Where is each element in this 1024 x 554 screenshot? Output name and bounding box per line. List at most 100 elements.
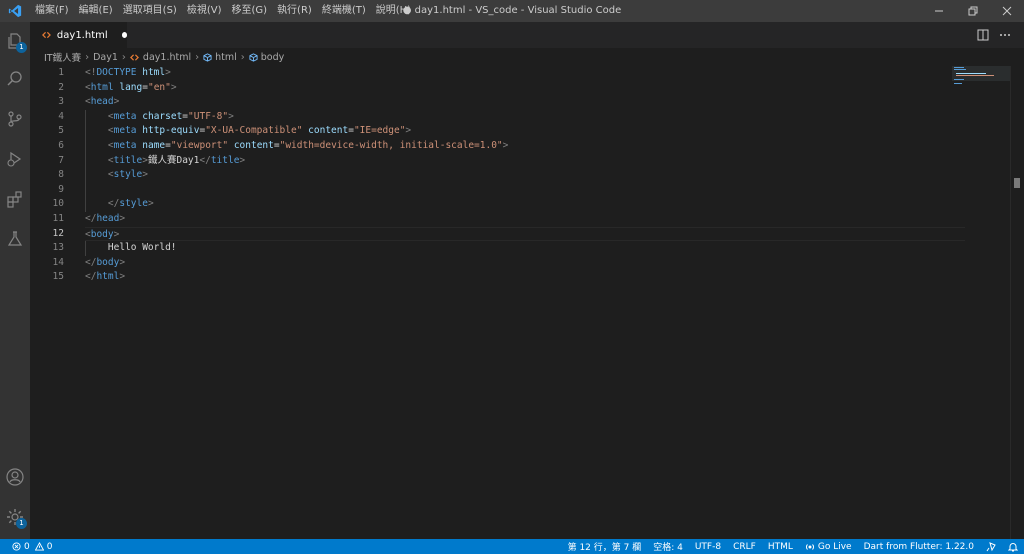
extensions-button[interactable] xyxy=(0,184,30,214)
code-line[interactable]: </style> xyxy=(85,197,965,212)
tab-bar: day1.html xyxy=(30,22,1024,48)
code-token: meta xyxy=(113,139,137,151)
code-line[interactable]: <meta http-equiv="X-UA-Compatible" conte… xyxy=(85,124,965,139)
vscode-logo-icon xyxy=(0,0,30,22)
ellipsis-icon xyxy=(1000,34,1010,36)
go-live-button[interactable]: Go Live xyxy=(799,542,858,552)
feedback-button[interactable] xyxy=(980,541,1002,552)
breadcrumb-body[interactable]: body xyxy=(249,52,284,63)
code-token: 鐵人賽Day1 xyxy=(147,154,200,166)
settings-button[interactable]: 1 xyxy=(0,502,30,532)
code-token: </ xyxy=(85,256,97,268)
code-line[interactable] xyxy=(85,183,965,198)
code-line[interactable]: <meta name="viewport" content="width=dev… xyxy=(85,139,965,154)
code-token: title xyxy=(113,154,143,166)
code-token: > xyxy=(113,96,120,108)
line-number: 1 xyxy=(58,67,64,78)
code-line[interactable]: </head> xyxy=(85,212,965,227)
vertical-scrollbar[interactable] xyxy=(1010,66,1024,539)
end-of-line[interactable]: CRLF xyxy=(727,542,762,552)
status-bar: 0 0 第 12 行，第 7 欄 空格: 4 UTF-8 CRLF HTML G… xyxy=(0,539,1024,554)
line-number-gutter: 1 2 3 4 5 6 7 8 9 10 11 12 13 14 15 xyxy=(30,66,70,285)
code-token: "width=device-width, initial-scale=1.0" xyxy=(279,139,503,151)
code-line[interactable]: <style> xyxy=(85,168,965,183)
breadcrumb-file[interactable]: day1.html xyxy=(129,51,192,63)
line-number: 13 xyxy=(52,242,64,254)
notifications-button[interactable] xyxy=(1002,542,1024,552)
code-token: > xyxy=(119,271,126,283)
explorer-button[interactable]: 1 xyxy=(0,26,30,56)
indent-guide xyxy=(85,109,86,212)
code-editor[interactable]: 1 2 3 4 5 6 7 8 9 10 11 12 13 14 15 <!DOCTYPE html> <ht… xyxy=(30,66,1024,539)
breadcrumb-folder[interactable]: IT鐵人賽 xyxy=(44,50,81,64)
code-line[interactable]: <meta charset="UTF-8"> xyxy=(85,110,965,125)
menu-view[interactable]: 檢視(V) xyxy=(182,0,227,22)
source-control-button[interactable] xyxy=(0,104,30,134)
breadcrumb-subfolder[interactable]: Day1 xyxy=(93,52,118,63)
code-token: </ xyxy=(107,198,120,210)
source-control-icon xyxy=(8,111,22,127)
code-line[interactable]: <body> xyxy=(85,226,965,242)
cursor-position[interactable]: 第 12 行，第 7 欄 xyxy=(562,540,648,553)
minimap-preview xyxy=(952,66,1010,84)
code-line[interactable]: </body> xyxy=(85,256,965,271)
html-file-icon xyxy=(129,53,139,61)
line-number: 4 xyxy=(58,110,64,122)
code-token: "en" xyxy=(147,81,171,93)
scrollbar-cursor-marker xyxy=(1014,178,1020,188)
unsaved-dot-icon[interactable] xyxy=(121,32,127,38)
run-debug-button[interactable] xyxy=(0,144,30,174)
code-token: DOCTYPE xyxy=(96,67,137,78)
code-token: name xyxy=(142,139,166,151)
chevron-right-icon: › xyxy=(195,51,200,63)
minimap[interactable] xyxy=(952,66,1010,539)
go-live-label: Go Live xyxy=(817,541,852,552)
menu-run[interactable]: 執行(R) xyxy=(272,0,317,22)
code-token: style xyxy=(119,198,148,210)
problems-indicator[interactable]: 0 0 xyxy=(6,542,58,552)
restore-button[interactable] xyxy=(956,0,990,22)
encoding[interactable]: UTF-8 xyxy=(689,542,727,552)
chevron-right-icon: › xyxy=(85,51,90,63)
indentation[interactable]: 空格: 4 xyxy=(647,540,689,553)
code-line[interactable]: <!DOCTYPE html> xyxy=(85,66,965,81)
code-line[interactable]: <title>鐵人賽Day1</title> xyxy=(85,154,965,169)
menu-go[interactable]: 移至(G) xyxy=(227,0,273,22)
code-line[interactable]: Hello World! xyxy=(85,241,965,256)
error-count: 0 xyxy=(24,541,30,552)
breadcrumb-html[interactable]: html xyxy=(203,52,237,63)
menu-terminal[interactable]: 終端機(T) xyxy=(317,0,371,22)
minimize-icon xyxy=(935,10,943,12)
language-mode[interactable]: HTML xyxy=(762,542,799,552)
accounts-button[interactable] xyxy=(0,462,30,492)
html-file-icon xyxy=(42,31,51,39)
split-editor-icon xyxy=(977,29,989,41)
minimize-button[interactable] xyxy=(922,0,956,22)
close-button[interactable] xyxy=(990,0,1024,22)
code-token: "viewport" xyxy=(170,139,229,151)
testing-button[interactable] xyxy=(0,224,30,254)
menu-selection[interactable]: 選取項目(S) xyxy=(118,0,182,22)
search-button[interactable] xyxy=(0,64,30,94)
split-editor-button[interactable] xyxy=(972,22,994,48)
code-area[interactable]: <!DOCTYPE html> <html lang="en"> <head> <m… xyxy=(85,66,965,285)
breadcrumb-file-label: day1.html xyxy=(142,51,192,63)
tab-day1-html[interactable]: day1.html xyxy=(30,22,127,48)
flutter-sdk[interactable]: Dart from Flutter: 1.22.0 xyxy=(858,542,980,552)
menu-edit[interactable]: 編輯(E) xyxy=(74,0,118,22)
menu-help[interactable]: 說明(H) xyxy=(371,0,416,22)
code-token: html xyxy=(142,67,166,78)
menu-file[interactable]: 檔案(F) xyxy=(30,0,74,22)
code-line[interactable]: </html> xyxy=(85,270,965,285)
more-actions-button[interactable] xyxy=(994,22,1016,48)
line-number: 3 xyxy=(58,96,64,108)
code-line[interactable]: <head> xyxy=(85,95,965,110)
code-token: charset xyxy=(142,110,183,122)
code-token: "UTF-8" xyxy=(188,110,229,122)
tab-label: day1.html xyxy=(56,29,108,41)
code-token: http-equiv xyxy=(142,125,200,137)
code-line[interactable]: <html lang="en"> xyxy=(85,81,965,96)
title-bar: 檔案(F) 編輯(E) 選取項目(S) 檢視(V) 移至(G) 執行(R) 終端… xyxy=(0,0,1024,22)
